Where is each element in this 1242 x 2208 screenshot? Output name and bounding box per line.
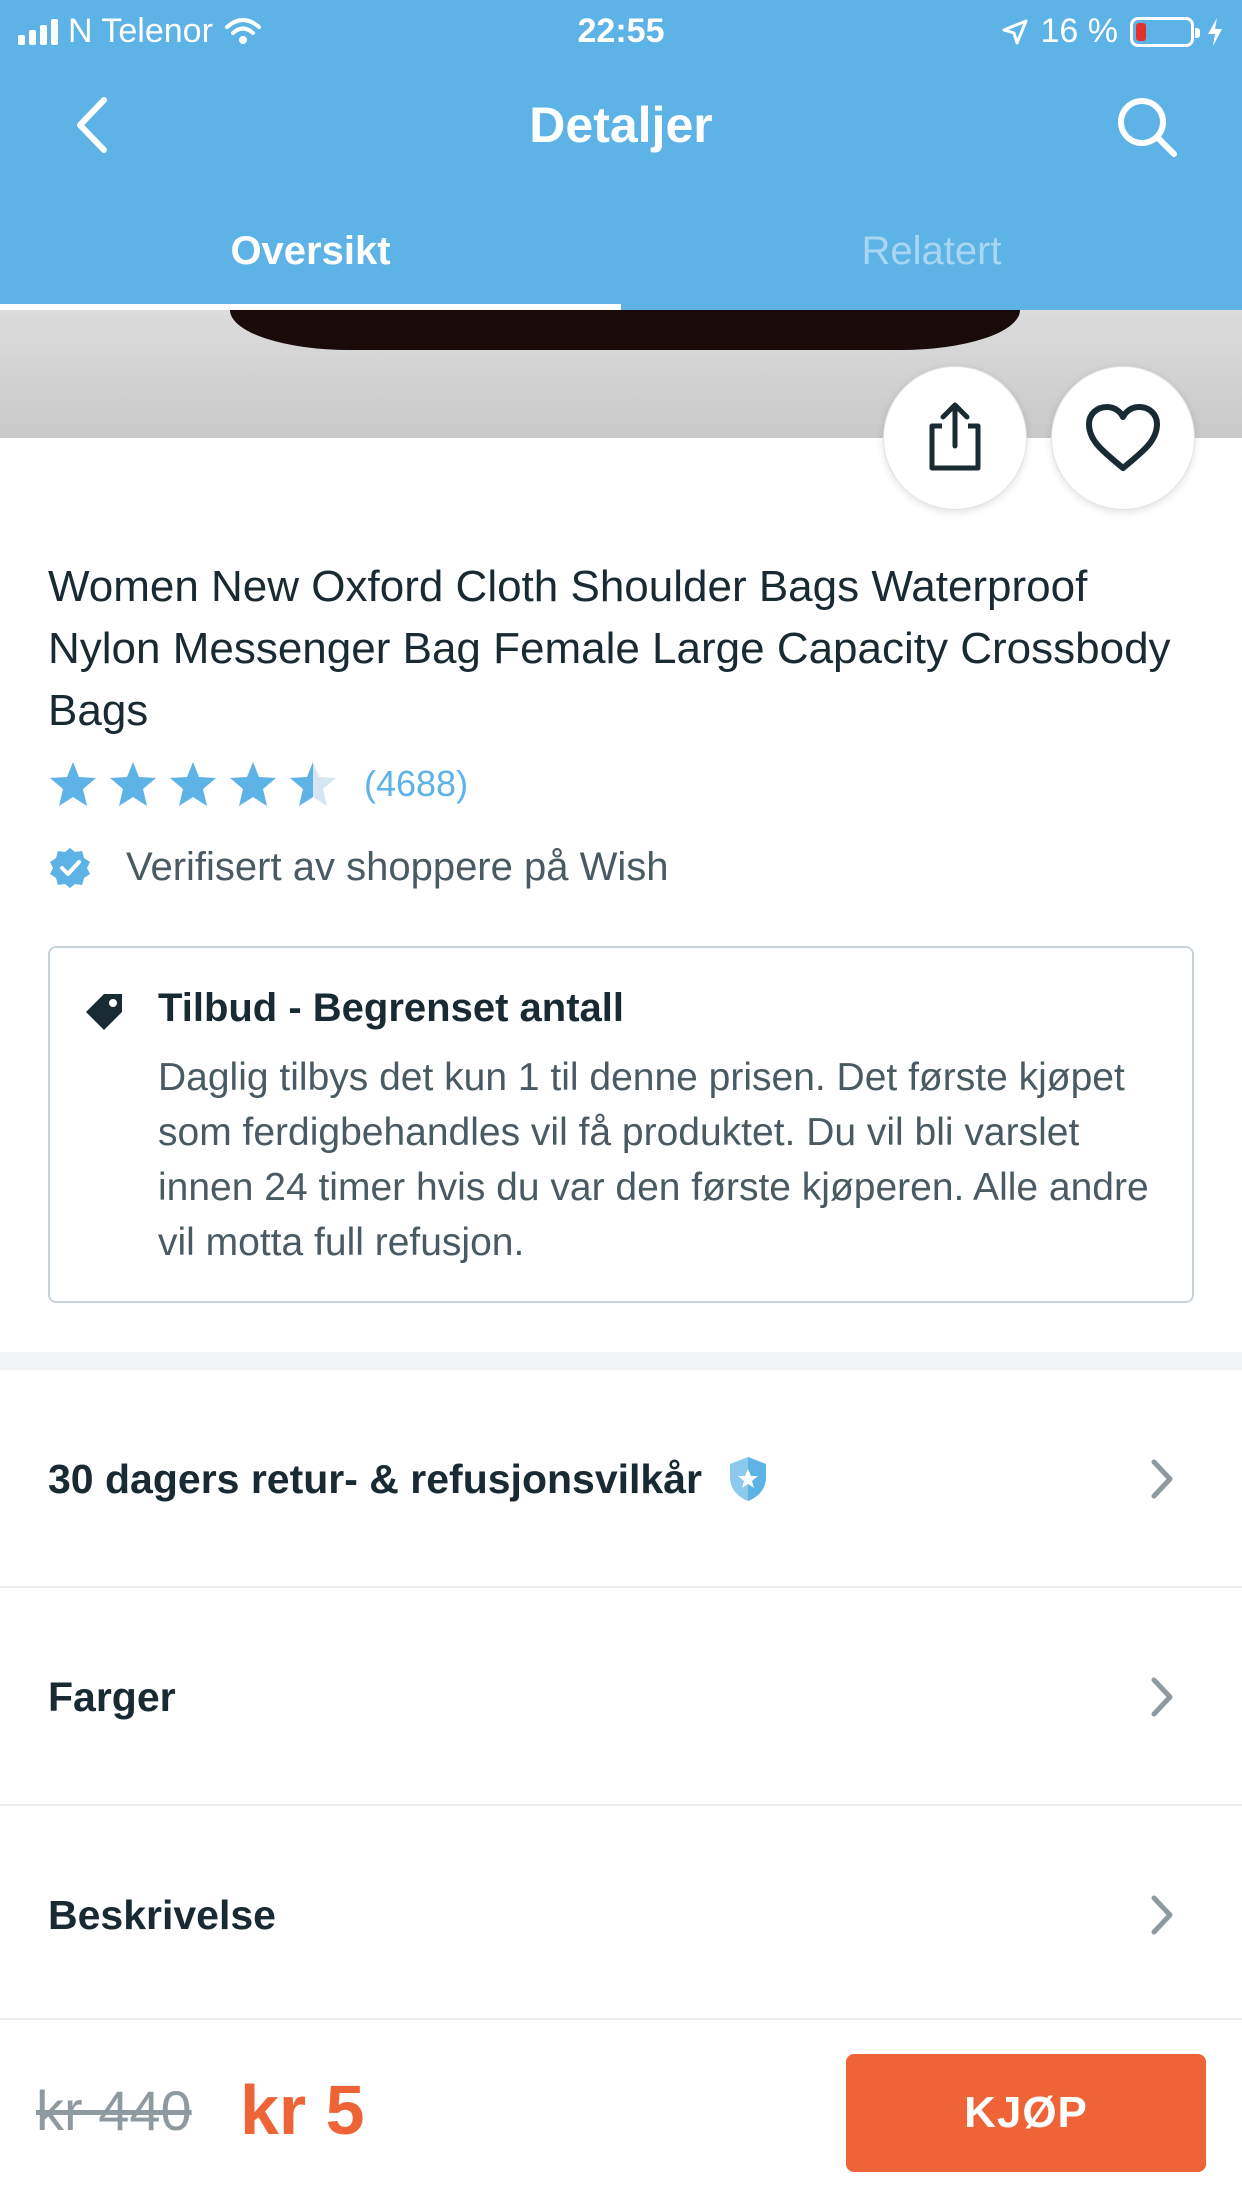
product-rating[interactable]: (4688): [48, 760, 468, 808]
tab-overview[interactable]: Oversikt: [0, 192, 621, 310]
return-policy-label: 30 dagers retur- & refusjonsvilkår: [48, 1455, 702, 1502]
offer-box: Tilbud - Begrenset antall Daglig tilbys …: [48, 946, 1194, 1303]
product-title: Women New Oxford Cloth Shoulder Bags Wat…: [48, 562, 1171, 735]
location-arrow-icon: [1002, 19, 1027, 44]
row-return-policy[interactable]: 30 dagers retur- & refusjonsvilkår: [0, 1370, 1242, 1588]
chevron-right-icon: [1151, 1895, 1173, 1935]
tab-bar: Oversikt Relatert: [0, 192, 1242, 310]
wishlist-button[interactable]: [1051, 366, 1195, 510]
row-colors[interactable]: Farger: [0, 1588, 1242, 1806]
chevron-right-icon: [1151, 1459, 1173, 1499]
half-star-icon: [290, 762, 336, 806]
star-icon: [50, 762, 96, 806]
heart-icon: [1086, 404, 1160, 471]
product-photo-bag: [230, 310, 1020, 350]
charging-bolt-icon: [1208, 17, 1222, 46]
page-title: Detaljer: [529, 97, 713, 153]
section-divider: [0, 1352, 1242, 1370]
tab-related[interactable]: Relatert: [621, 192, 1242, 310]
chevron-right-icon: [1151, 1677, 1173, 1717]
description-label: Beskrivelse: [48, 1891, 276, 1938]
star-icon: [230, 762, 276, 806]
purchase-bar: kr 440 kr 5 KJØP: [0, 2018, 1242, 2208]
buy-button[interactable]: KJØP: [846, 2054, 1206, 2172]
rating-count: (4688): [364, 763, 469, 804]
verified-text: Verifisert av shoppere på Wish: [126, 845, 669, 889]
sale-price: kr 5: [240, 2071, 365, 2149]
offer-description: Daglig tilbys det kun 1 til denne prisen…: [158, 1056, 1149, 1264]
star-rating: [48, 760, 338, 808]
star-icon: [170, 762, 216, 806]
share-button[interactable]: [883, 366, 1027, 510]
verified-check-icon: [50, 847, 90, 888]
verified-badge: Verifisert av shoppere på Wish: [48, 845, 668, 890]
search-icon[interactable]: [1112, 92, 1182, 162]
offer-title: Tilbud - Begrenset antall: [158, 986, 624, 1030]
original-price: kr 440: [36, 2079, 192, 2142]
status-right: 16 %: [1001, 12, 1225, 51]
battery-icon: [1130, 16, 1200, 47]
status-bar: N Telenor 22:55 16 %: [0, 0, 1242, 62]
price-tag-icon: [86, 994, 122, 1030]
row-description[interactable]: Beskrivelse: [0, 1806, 1242, 2024]
nav-bar: Detaljer: [0, 62, 1242, 192]
row-label-container: 30 dagers retur- & refusjonsvilkår: [48, 1370, 770, 1588]
battery-percent: 16 %: [1040, 12, 1119, 50]
star-icon: [110, 762, 156, 806]
share-icon: [929, 402, 981, 471]
colors-label: Farger: [48, 1673, 176, 1720]
shield-icon: [729, 1457, 766, 1501]
